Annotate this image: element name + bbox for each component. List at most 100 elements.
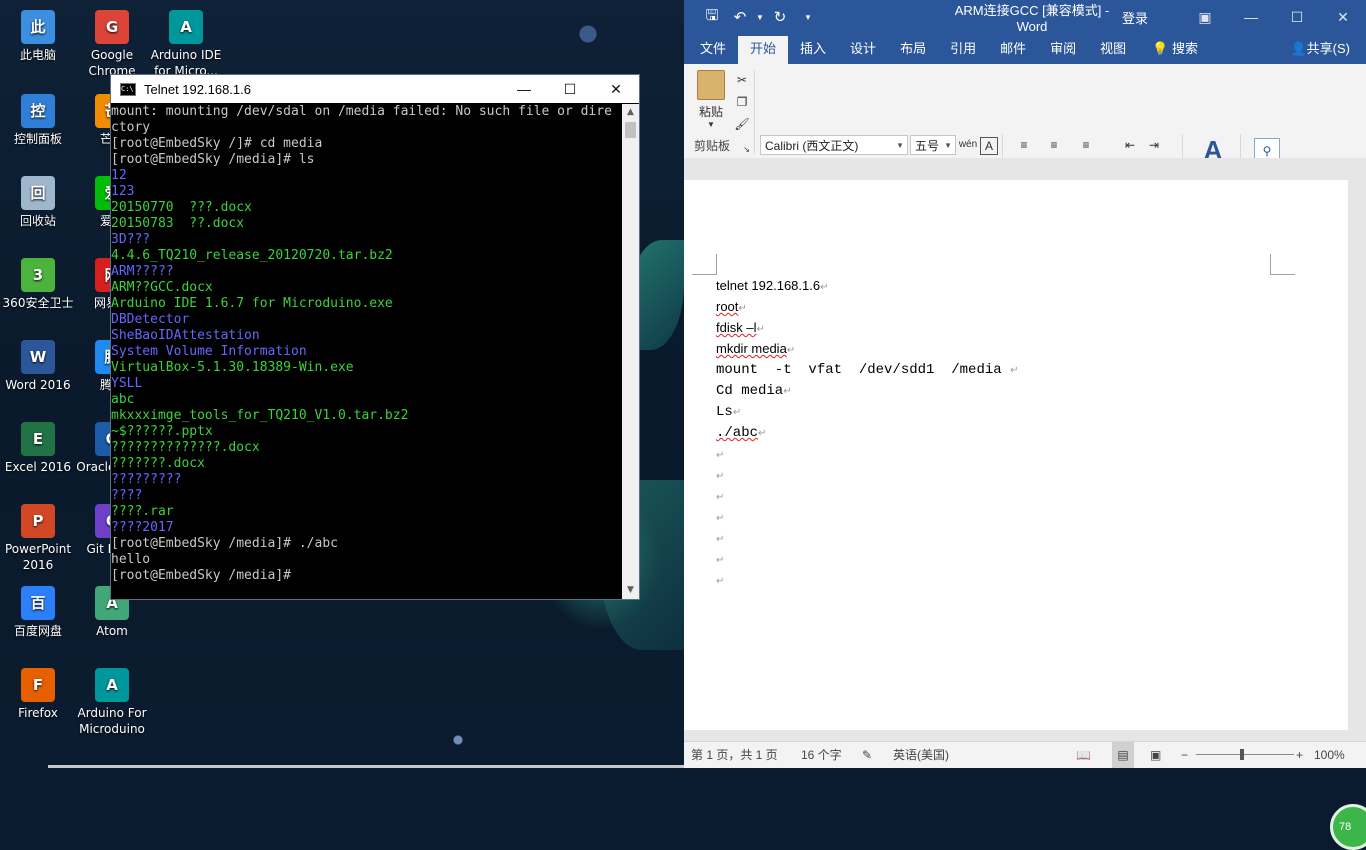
clipboard-group: 粘贴 ▼ ✂ ❐ 🖌 剪贴板 ↘: [684, 64, 754, 158]
scroll-up-icon[interactable]: ▲: [622, 104, 639, 121]
document-line[interactable]: ↵: [716, 507, 724, 527]
document-line[interactable]: ↵: [716, 549, 724, 569]
console-line: SheBaoIDAttestation: [111, 328, 260, 343]
document-page[interactable]: telnet 192.168.1.6↵ root↵ fdisk –l↵ mkdir m…: [684, 180, 1348, 730]
scroll-thumb[interactable]: [625, 122, 636, 138]
format-painter-icon[interactable]: 🖌: [732, 114, 752, 134]
tab-4[interactable]: 布局: [888, 36, 938, 64]
bullets-icon[interactable]: ≡: [1014, 135, 1034, 155]
desktop-shortcut[interactable]: 百百度网盘: [0, 580, 76, 639]
zoom-in-icon[interactable]: +: [1296, 742, 1303, 768]
document-line[interactable]: ↵: [716, 486, 724, 506]
multilevel-list-icon[interactable]: ≡: [1076, 135, 1096, 155]
zoom-slider[interactable]: [1196, 754, 1294, 755]
desktop-shortcut[interactable]: 此此电脑: [0, 4, 76, 63]
font-name-select[interactable]: Calibri (西文正文) ▼: [760, 135, 908, 155]
page-count[interactable]: 第 1 页，共 1 页: [691, 742, 778, 768]
share-button[interactable]: 👤共享(S): [1278, 36, 1366, 64]
desktop-shortcut[interactable]: G Google Chrome: [74, 4, 150, 79]
minimize-button[interactable]: —: [501, 75, 547, 103]
zoom-out-icon[interactable]: −: [1181, 742, 1188, 768]
read-mode-icon[interactable]: 📖: [1076, 742, 1091, 768]
document-line-text: ./abc: [716, 425, 759, 441]
increase-indent-icon[interactable]: ⇥: [1144, 135, 1164, 155]
ribbon-tabs: 文件 开始 插入 设计 布局 引用 邮件 审阅 视图 💡 搜索 👤共享(S): [684, 34, 1366, 64]
decrease-indent-icon[interactable]: ⇤: [1120, 135, 1140, 155]
desktop-shortcut[interactable]: A Arduino IDE for Micro...: [148, 4, 224, 79]
tab-8[interactable]: 视图: [1088, 36, 1138, 64]
tab-6[interactable]: 邮件: [988, 36, 1038, 64]
document-line[interactable]: ↵: [716, 528, 724, 548]
save-icon[interactable]: 🖫: [698, 5, 726, 30]
floating-badge[interactable]: 78: [1330, 804, 1366, 850]
close-button[interactable]: ✕: [593, 75, 639, 103]
redo-icon[interactable]: ↻: [766, 8, 794, 26]
desktop-shortcut[interactable]: W Word 2016: [0, 334, 76, 393]
tab-7[interactable]: 审阅: [1038, 36, 1088, 64]
scroll-down-icon[interactable]: ▼: [622, 582, 639, 599]
document-line[interactable]: root↵: [716, 297, 747, 317]
document-line[interactable]: ./abc↵: [716, 423, 766, 443]
copy-icon[interactable]: ❐: [732, 92, 752, 112]
language-indicator[interactable]: 英语(美国): [893, 742, 949, 768]
tab-2[interactable]: 插入: [788, 36, 838, 64]
close-button[interactable]: ✕: [1320, 9, 1366, 26]
console-output[interactable]: mount: mounting /dev/sdal on /media fail…: [111, 104, 623, 599]
document-line[interactable]: telnet 192.168.1.6↵: [716, 276, 828, 296]
maximize-button[interactable]: ☐: [1274, 9, 1320, 26]
recycle-bin-icon: 回: [21, 176, 55, 210]
minimize-button[interactable]: —: [1228, 9, 1274, 25]
document-line[interactable]: ↵: [716, 570, 724, 590]
tab-1[interactable]: 开始: [738, 36, 789, 64]
desktop-shortcut[interactable]: 3 360安全卫士: [0, 252, 76, 311]
font-size-select[interactable]: 五号 ▼: [910, 135, 956, 155]
numbering-icon[interactable]: ≡: [1044, 135, 1064, 155]
document-line[interactable]: mkdir media↵: [716, 339, 795, 359]
desktop-shortcut[interactable]: F Firefox: [0, 662, 76, 721]
document-line[interactable]: ↵: [716, 465, 724, 485]
desktop-shortcut-label: 此电脑: [19, 48, 56, 62]
print-layout-icon[interactable]: ▤: [1112, 742, 1134, 768]
console-line: 12: [111, 168, 127, 183]
desktop-shortcut-label: Firefox: [18, 706, 58, 720]
desktop-shortcut[interactable]: E Excel 2016: [0, 416, 76, 475]
vertical-scrollbar[interactable]: ▲ ▼: [622, 104, 639, 599]
maximize-button[interactable]: ☐: [547, 75, 593, 103]
console-line: 123: [111, 184, 135, 199]
tell-me-search[interactable]: 💡 搜索: [1138, 36, 1210, 64]
undo-dropdown-icon[interactable]: ▼: [754, 13, 766, 22]
document-line[interactable]: ↵: [716, 444, 724, 464]
document-line[interactable]: Ls↵: [716, 402, 741, 422]
desktop-shortcut[interactable]: 控控制面板: [0, 88, 76, 147]
zoom-level[interactable]: 100%: [1314, 742, 1345, 768]
cut-icon[interactable]: ✂: [732, 70, 752, 90]
clipboard-launcher-icon[interactable]: ↘: [743, 145, 750, 154]
zoom-slider-thumb[interactable]: [1240, 749, 1244, 760]
word-window[interactable]: 🖫 ↶ ▼ ↻ ▾ ARM连接GCC [兼容模式] - Word 登录 ▣ — …: [684, 0, 1366, 850]
login-link[interactable]: 登录: [1122, 8, 1148, 27]
web-layout-icon[interactable]: ▣: [1150, 742, 1161, 768]
document-line[interactable]: fdisk –l↵: [716, 318, 765, 338]
console-line: [root@EmbedSky /media]# ./abc: [111, 536, 338, 551]
tab-0[interactable]: 文件: [688, 36, 738, 64]
tab-3[interactable]: 设计: [838, 36, 888, 64]
telnet-window[interactable]: C:\ Telnet 192.168.1.6 — ☐ ✕ mount: moun…: [110, 74, 640, 600]
desktop-shortcut[interactable]: A Arduino For Microduino: [74, 662, 150, 737]
proofing-icon[interactable]: ✎: [862, 742, 872, 768]
document-line[interactable]: mount -t vfat /dev/sdd1 /media ↵: [716, 360, 1018, 380]
console-icon: C:\: [120, 82, 136, 96]
desktop-shortcut[interactable]: P PowerPoint 2016: [0, 498, 76, 573]
tab-5[interactable]: 引用: [938, 36, 988, 64]
document-line[interactable]: Cd media↵: [716, 381, 792, 401]
character-border-icon[interactable]: A: [980, 137, 998, 155]
phonetic-guide-icon[interactable]: wén: [958, 135, 978, 155]
document-area[interactable]: telnet 192.168.1.6↵ root↵ fdisk –l↵ mkdir m…: [684, 158, 1366, 850]
undo-icon[interactable]: ↶: [726, 8, 754, 26]
console-line: ????: [111, 488, 143, 503]
ribbon-display-options-icon[interactable]: ▣: [1182, 9, 1228, 26]
word-count[interactable]: 16 个字: [801, 742, 842, 768]
telnet-titlebar[interactable]: C:\ Telnet 192.168.1.6 — ☐ ✕: [111, 75, 639, 103]
desktop-shortcut[interactable]: 回回收站: [0, 170, 76, 229]
customize-qat-icon[interactable]: ▾: [794, 12, 822, 23]
paste-button[interactable]: 粘贴 ▼: [694, 70, 728, 129]
